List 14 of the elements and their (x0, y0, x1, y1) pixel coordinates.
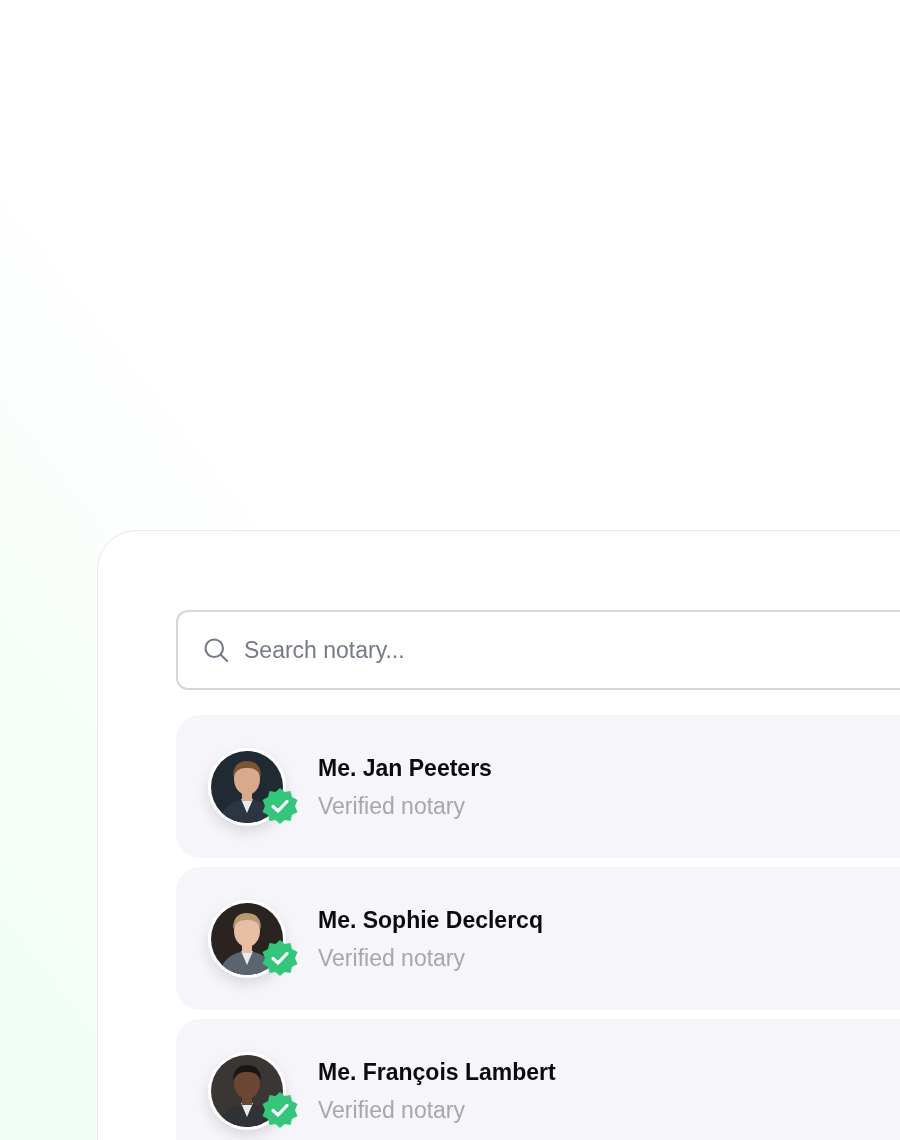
notary-name: Me. François Lambert (318, 1057, 556, 1087)
notary-item[interactable]: Me. Jan Peeters Verified notary (176, 715, 900, 858)
verified-badge-icon (260, 1089, 300, 1130)
notary-name: Me. Jan Peeters (318, 753, 492, 783)
notary-item[interactable]: Me. Sophie Declercq Verified notary (176, 867, 900, 1010)
notary-status: Verified notary (318, 943, 467, 973)
search-field[interactable]: Search notary... (176, 610, 900, 690)
verified-badge-icon (260, 785, 300, 826)
verified-badge-icon (260, 937, 300, 978)
notary-status: Verified notary (318, 1095, 467, 1125)
notary-name: Me. Sophie Declercq (318, 905, 543, 935)
notary-status: Verified notary (318, 791, 467, 821)
search-icon (202, 636, 230, 664)
notary-item[interactable]: Me. François Lambert Verified notary (176, 1019, 900, 1140)
